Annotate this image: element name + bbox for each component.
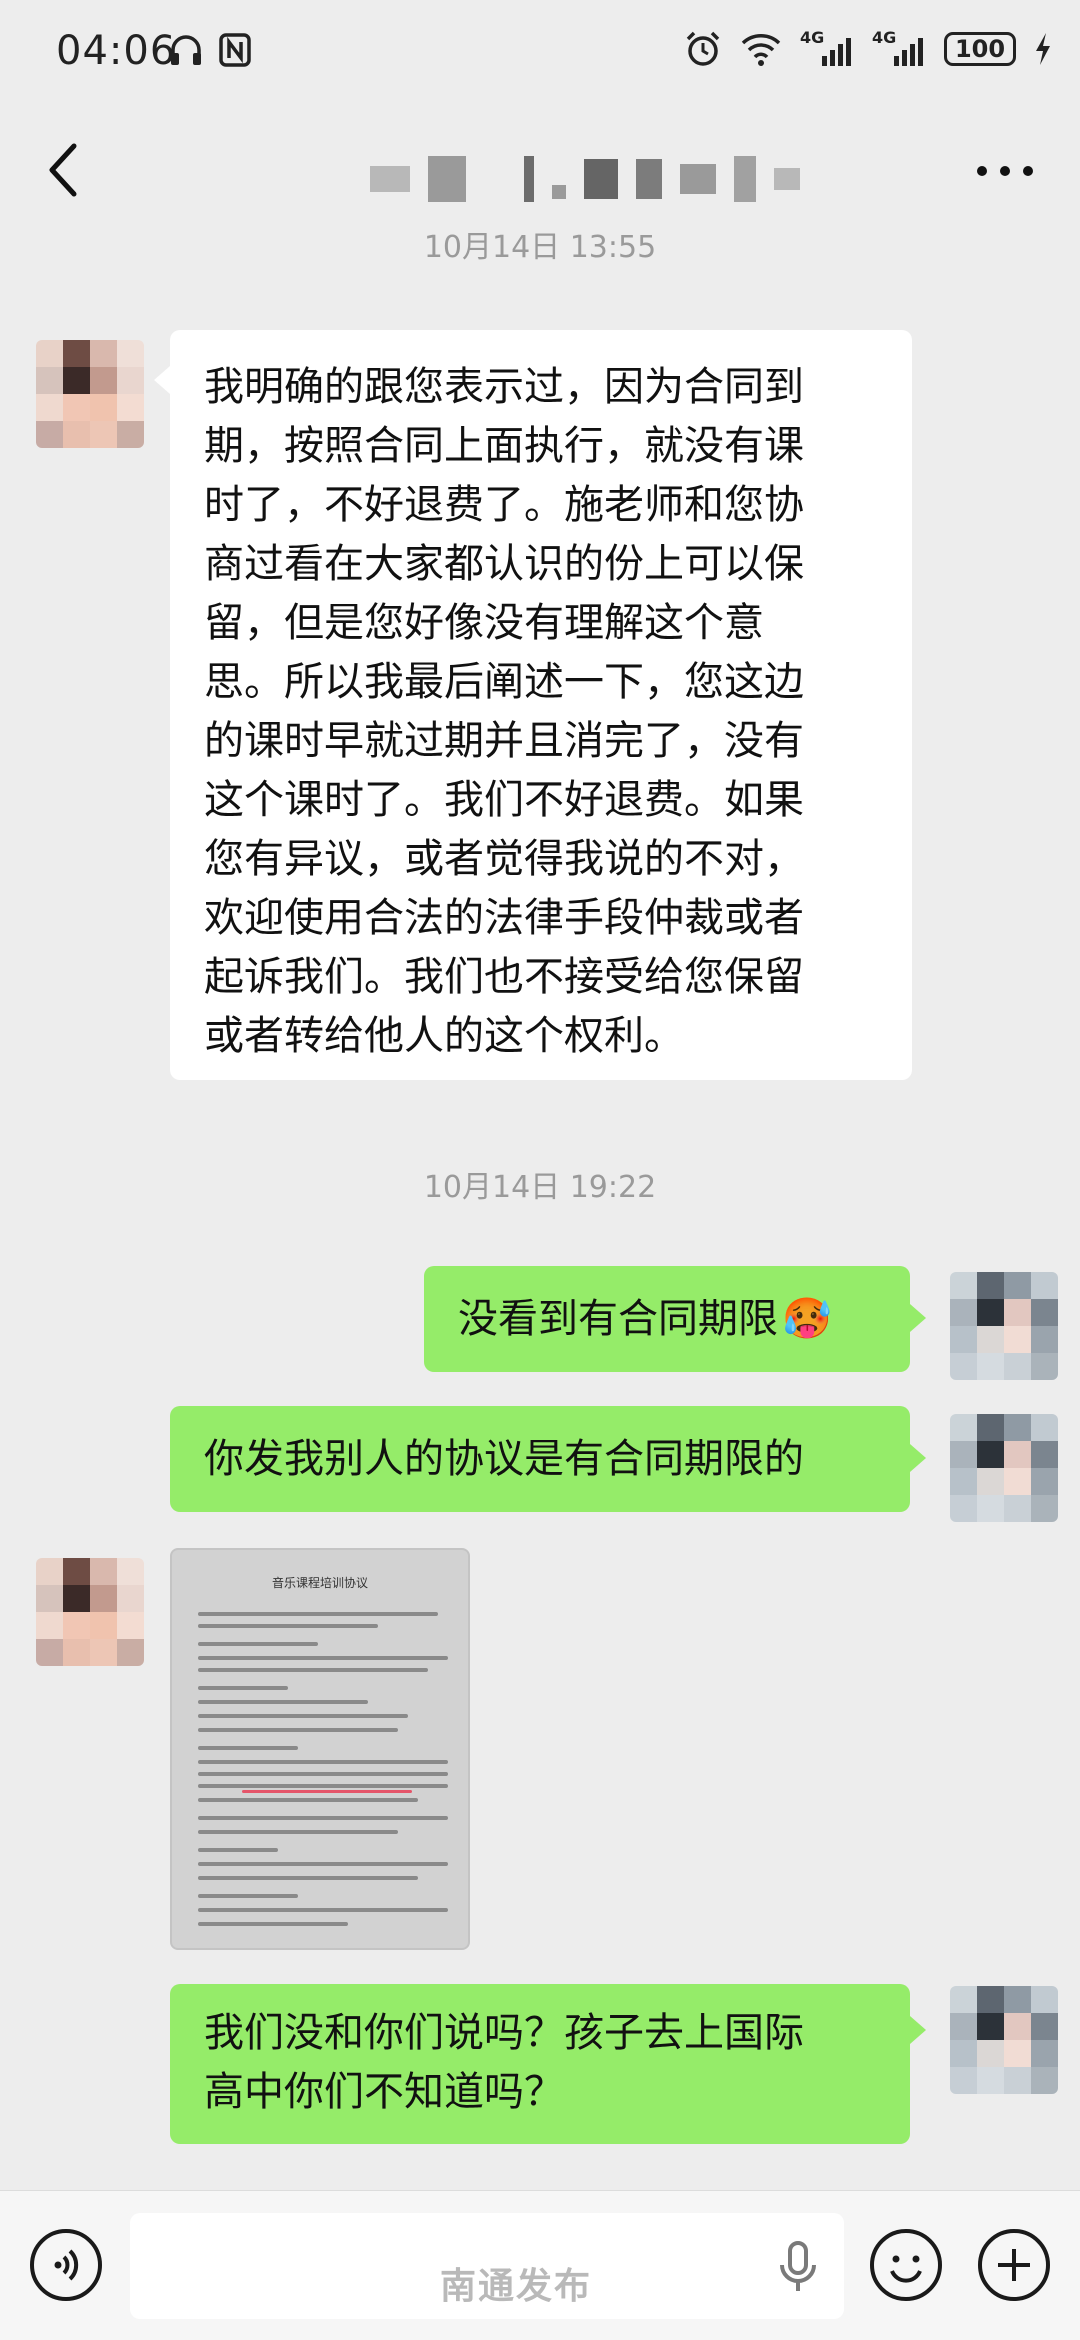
- avatar-self[interactable]: [950, 1414, 1058, 1522]
- voice-toggle-button[interactable]: [30, 2229, 102, 2301]
- bubble-tail: [154, 366, 170, 394]
- message-timestamp: 10月14日 19:22: [423, 1170, 657, 1205]
- message-line: 留，但是您好像没有理解这个意: [204, 600, 764, 646]
- cell-signal-2: 4G: [872, 28, 926, 66]
- message-line: 时了，不好退费了。施老师和您协: [204, 482, 804, 528]
- message-line: 您有异议，或者觉得我说的不对，: [204, 836, 804, 882]
- bubble-tail: [910, 1304, 926, 1332]
- message-line: 或者转给他人的这个权利。: [204, 1013, 684, 1059]
- message-line: 思。所以我最后阐述一下，您这边: [204, 659, 804, 705]
- battery-indicator: 100: [944, 32, 1016, 66]
- more-options-icon[interactable]: [970, 146, 1040, 196]
- avatar-contact[interactable]: [36, 340, 144, 448]
- message-line: 我明确的跟您表示过，因为合同到: [204, 364, 804, 410]
- microphone-icon[interactable]: [776, 2239, 820, 2295]
- message-line: 起诉我们。我们也不接受给您保留: [204, 954, 804, 1000]
- message-line: 我们没和你们说吗？孩子去上国际: [204, 2010, 804, 2056]
- emoji-icon: [890, 2255, 922, 2283]
- bubble-tail: [910, 1444, 926, 1472]
- bubble-tail: [910, 2016, 926, 2044]
- message-line: 商过看在大家都认识的份上可以保: [204, 541, 804, 587]
- document-title: 音乐课程培训协议: [271, 1576, 368, 1590]
- hot-face-emoji: 🥵: [782, 1295, 832, 1342]
- message-text: 你发我别人的协议是有合同期限的: [204, 1435, 804, 1482]
- network-type-1: 4G: [800, 28, 825, 47]
- message-bubble-outgoing[interactable]: 你发我别人的协议是有合同期限的: [170, 1406, 910, 1512]
- message-bubble-incoming[interactable]: 我明确的跟您表示过，因为合同到 期，按照合同上面执行，就没有课 时了，不好退费了…: [170, 330, 912, 1080]
- message-text: 没看到有合同期限: [458, 1295, 778, 1342]
- nfc-icon: [219, 33, 251, 67]
- status-bar: 04:06 4G 4G 100: [0, 0, 1080, 106]
- avatar-contact[interactable]: [36, 1558, 144, 1666]
- status-time: 04:06: [56, 28, 177, 74]
- add-attachment-button[interactable]: [978, 2229, 1050, 2301]
- avatar-self[interactable]: [950, 1986, 1058, 2094]
- shared-document-image[interactable]: 音乐课程培训协议: [170, 1548, 470, 1950]
- wifi-icon: [741, 34, 781, 66]
- avatar-self[interactable]: [950, 1272, 1058, 1380]
- watermark-text: 南通发布: [440, 2266, 593, 2307]
- message-timestamp: 10月14日 13:55: [423, 230, 657, 265]
- input-bar: 南通发布: [0, 2190, 1080, 2340]
- message-line: 这个课时了。我们不好退费。如果: [204, 777, 804, 823]
- back-icon[interactable]: [40, 138, 100, 202]
- emoji-button[interactable]: [870, 2229, 942, 2301]
- cell-signal-1: 4G: [800, 28, 854, 66]
- status-left-icons: [168, 32, 252, 68]
- message-bubble-outgoing[interactable]: 我们没和你们说吗？孩子去上国际 高中你们不知道吗？: [170, 1984, 910, 2144]
- message-line: 期，按照合同上面执行，就没有课: [204, 423, 804, 469]
- status-right: 4G 4G 100: [684, 28, 1052, 68]
- network-type-2: 4G: [872, 28, 897, 47]
- contact-name-blurred: [370, 156, 800, 202]
- message-line: 高中你们不知道吗？: [204, 2069, 564, 2115]
- voice-icon: [54, 2249, 79, 2281]
- message-line: 欢迎使用合法的法律手段仲裁或者: [204, 895, 804, 941]
- headphones-icon: [171, 35, 201, 65]
- plus-icon: [998, 2249, 1030, 2281]
- red-underline: [242, 1790, 412, 1793]
- charging-icon: [1036, 33, 1050, 65]
- alarm-icon: [686, 31, 720, 66]
- message-line: 的课时早就过期并且消完了，没有: [204, 718, 804, 764]
- message-bubble-outgoing[interactable]: 没看到有合同期限 🥵: [424, 1266, 910, 1372]
- chat-header: [0, 106, 1080, 234]
- message-input[interactable]: 南通发布: [130, 2213, 844, 2319]
